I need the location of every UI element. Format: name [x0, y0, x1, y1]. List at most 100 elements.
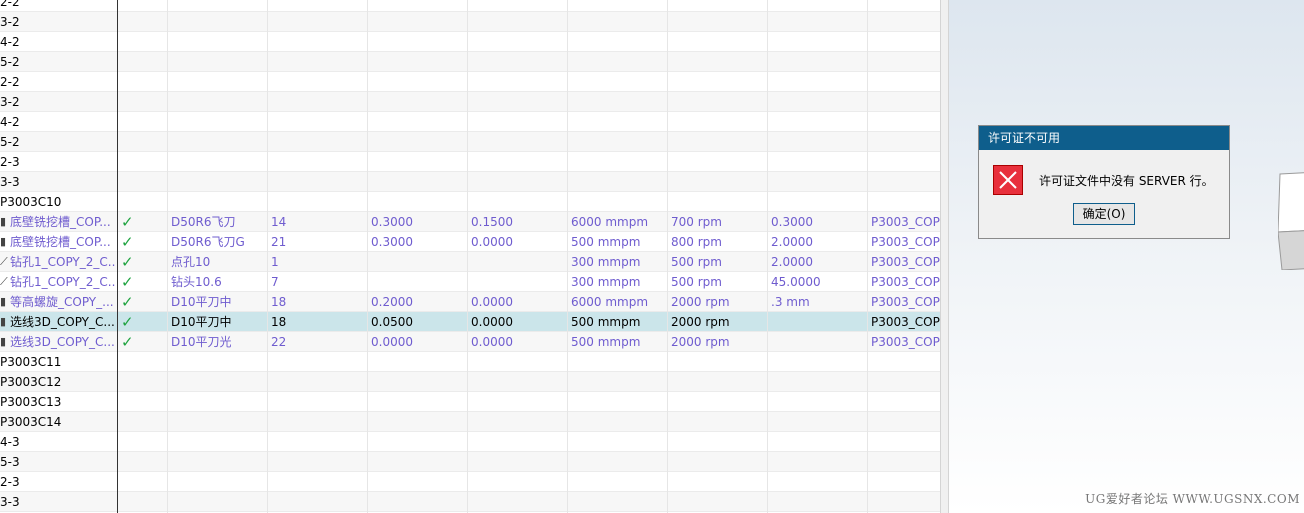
operation-name-text: 4-2 [0, 35, 20, 49]
operation-name-text: P3003C10 [0, 195, 62, 209]
operation-name[interactable]: 4-3 [0, 432, 115, 452]
view-cube-icon[interactable] [1278, 172, 1304, 270]
column-divider[interactable] [117, 0, 118, 513]
table-row[interactable]: ▮ 底壁铣挖槽_COP... ✓ D50R6飞刀G 21 0.3000 0.0000 500 … [0, 232, 940, 252]
operation-name[interactable]: 3-3 [0, 492, 115, 512]
table-row[interactable]: 5-2 [0, 52, 940, 72]
operation-name-text: 4-2 [0, 115, 20, 129]
cell-c1: 0.0500 [371, 315, 413, 329]
operation-name[interactable]: 5-2 [0, 52, 115, 72]
operation-name[interactable]: ▮ 等高螺旋_COPY_... [0, 292, 115, 312]
cell-feed: 300 mmpm [571, 255, 641, 269]
cell-c1: 0.3000 [371, 235, 413, 249]
table-row[interactable]: 4-3 [0, 432, 940, 452]
cell-speed: 2000 rpm [671, 295, 730, 309]
operation-name[interactable]: P3003C11 [0, 352, 115, 372]
cell-feed: 500 mmpm [571, 335, 641, 349]
table-row[interactable]: 5-2 [0, 132, 940, 152]
watermark: UG爱好者论坛 WWW.UGSNX.COM [1085, 492, 1300, 506]
table-row[interactable]: 2-2 [0, 72, 940, 92]
operation-name-text: 底壁铣挖槽_COP... [10, 215, 111, 229]
operation-name[interactable]: 3-2 [0, 12, 115, 32]
status-check-icon: ✓ [121, 333, 134, 351]
table-row[interactable]: 3-3 [0, 492, 940, 512]
operation-name-text: 钻孔1_COPY_2_C... [10, 255, 115, 269]
cell-c2: 0.1500 [471, 215, 513, 229]
table-row[interactable]: 3-2 [0, 12, 940, 32]
table-row[interactable]: ▮ 等高螺旋_COPY_... ✓ D10平刀中 18 0.2000 0.0000 6000 … [0, 292, 940, 312]
cell-c1: 0.0000 [371, 335, 413, 349]
operation-name[interactable]: P3003C12 [0, 372, 115, 392]
cell-feed: 300 mmpm [571, 275, 641, 289]
cell-speed: 2000 rpm [671, 315, 730, 329]
operation-name[interactable]: 2-3 [0, 152, 115, 172]
graphics-viewport[interactable] [949, 0, 1304, 513]
table-row[interactable]: ▮ 底壁铣挖槽_COP... ✓ D50R6飞刀 14 0.3000 0.1500 6000 … [0, 212, 940, 232]
cell-c1 [371, 252, 467, 272]
operation-name-text: 2-2 [0, 0, 20, 9]
column-divider [467, 0, 468, 513]
operation-name[interactable]: 5-3 [0, 452, 115, 472]
cell-c3: 2.0000 [771, 255, 813, 269]
pane-splitter[interactable] [940, 0, 949, 513]
license-dialog: 许可证不可用 许可证文件中没有 SERVER 行。 确定(O) [978, 125, 1230, 239]
cell-tool: D10平刀中 [171, 315, 232, 329]
cell-feed: 6000 mmpm [571, 215, 649, 229]
table-row[interactable]: P3003C12 [0, 372, 940, 392]
table-row[interactable]: P3003C13 [0, 392, 940, 412]
cell-c3 [771, 312, 867, 332]
operation-name[interactable]: ▮ 底壁铣挖槽_COP... [0, 232, 115, 252]
status-check-icon: ✓ [121, 273, 134, 291]
table-row[interactable]: P3003C11 [0, 352, 940, 372]
table-row[interactable]: P3003C14 [0, 412, 940, 432]
table-row[interactable]: ⟋ 钻孔1_COPY_2_C... ✓ 点孔10 1 300 mmpm 500 rpm 2.0… [0, 252, 940, 272]
operation-name[interactable]: P3003C14 [0, 412, 115, 432]
operation-name-text: 2-3 [0, 475, 20, 489]
column-divider [767, 0, 768, 513]
table-row[interactable]: ▮ 选线3D_COPY_C... ✓ D10平刀中 18 0.0500 0.0000 500 … [0, 312, 940, 332]
table-row[interactable]: 2-3 [0, 152, 940, 172]
error-x-icon [993, 165, 1023, 195]
operation-name[interactable]: ⟋ 钻孔1_COPY_2_C... [0, 252, 115, 272]
operation-name-text: 2-2 [0, 75, 20, 89]
operation-name[interactable]: 2-2 [0, 0, 115, 12]
operation-navigator: 2-2 3-2 4-2 5-2 2-2 3-2 4-2 5-2 2-3 3-3 P3003C10 ▮ 底… [0, 0, 940, 513]
operation-name[interactable]: 3-2 [0, 92, 115, 112]
ok-button[interactable]: 确定(O) [1073, 203, 1135, 225]
cell-toolno: 21 [271, 235, 287, 249]
operation-name[interactable]: P3003C10 [0, 192, 115, 212]
operation-name[interactable]: P3003C13 [0, 392, 115, 412]
table-row[interactable]: 2-3 [0, 472, 940, 492]
operation-name[interactable]: 4-2 [0, 112, 115, 132]
operation-name-text: 2-3 [0, 155, 20, 169]
table-row[interactable]: ⟋ 钻孔1_COPY_2_C... ✓ 钻头10.6 7 300 mmpm 500 rpm 4… [0, 272, 940, 292]
dialog-title: 许可证不可用 [979, 126, 1229, 150]
table-row[interactable]: 2-2 [0, 0, 940, 12]
operation-name[interactable]: 4-2 [0, 32, 115, 52]
table-row[interactable]: 3-2 [0, 92, 940, 112]
column-divider [167, 0, 168, 513]
table-row[interactable]: 4-2 [0, 32, 940, 52]
operation-name[interactable]: ⟋ 钻孔1_COPY_2_C... [0, 272, 115, 292]
operation-name[interactable]: 3-3 [0, 172, 115, 192]
table-row[interactable]: 4-2 [0, 112, 940, 132]
status-check-icon: ✓ [121, 213, 134, 231]
operation-name[interactable]: 5-2 [0, 132, 115, 152]
table-row[interactable]: 5-3 [0, 452, 940, 472]
cell-c1 [371, 272, 467, 292]
table-row[interactable]: P3003C10 [0, 192, 940, 212]
operation-name-text: 4-3 [0, 435, 20, 449]
operation-name[interactable]: ▮ 选线3D_COPY_C... [0, 312, 115, 332]
table-row[interactable]: 3-3 [0, 172, 940, 192]
column-divider [867, 0, 868, 513]
operation-name-text: 钻孔1_COPY_2_C... [10, 275, 115, 289]
cell-c3 [771, 332, 867, 352]
operation-name[interactable]: 2-2 [0, 72, 115, 92]
operation-name[interactable]: ▮ 底壁铣挖槽_COP... [0, 212, 115, 232]
operation-name[interactable]: ▮ 选线3D_COPY_C... [0, 332, 115, 352]
table-row[interactable]: ▮ 选线3D_COPY_C... ✓ D10平刀光 22 0.0000 0.0000 500 … [0, 332, 940, 352]
operation-name[interactable]: 2-3 [0, 472, 115, 492]
cell-feed: 500 mmpm [571, 315, 641, 329]
operation-name-text: 底壁铣挖槽_COP... [10, 235, 111, 249]
cell-c1: 0.2000 [371, 295, 413, 309]
